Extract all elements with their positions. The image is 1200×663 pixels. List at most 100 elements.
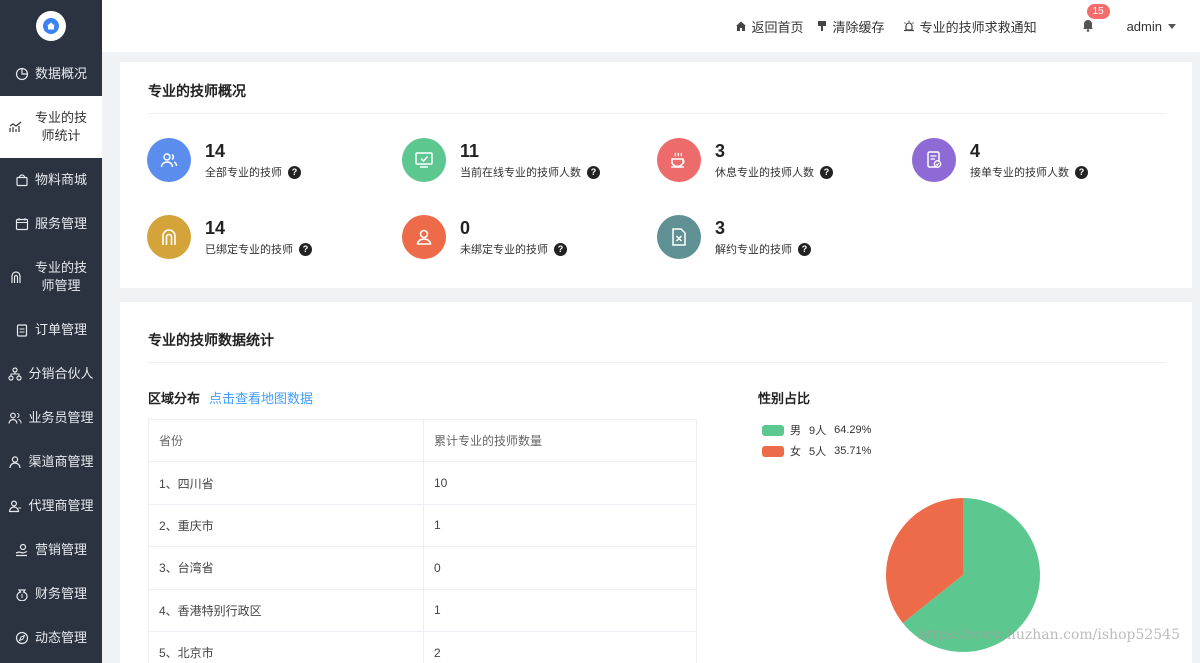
sidebar-item-label: 专业的技师统计 bbox=[34, 110, 87, 143]
coffee-icon bbox=[657, 138, 701, 182]
help-icon[interactable]: ? bbox=[820, 165, 833, 179]
clear-cache-link[interactable]: 清除缓存 bbox=[816, 17, 885, 36]
legend-category: 男 bbox=[790, 425, 801, 437]
top-header: 返回首页 清除缓存 专业的技师求救通知 15 admin bbox=[102, 0, 1200, 52]
stat-value: 3 bbox=[715, 141, 726, 161]
stat-label: 当前在线专业的技师人数 bbox=[460, 167, 581, 179]
monitor-check-icon bbox=[402, 138, 446, 182]
legend-count: 5人 bbox=[809, 446, 827, 458]
stat-text: 4 接单专业的技师人数? bbox=[970, 140, 1088, 180]
stat-tile: 4 接单专业的技师人数? bbox=[912, 138, 1088, 182]
help-icon[interactable]: ? bbox=[1075, 165, 1088, 179]
stat-text: 11 当前在线专业的技师人数? bbox=[460, 140, 600, 180]
rescue-notice-link[interactable]: 专业的技师求救通知 bbox=[903, 17, 1037, 36]
sidebar-item-9[interactable]: 代理商管理 bbox=[0, 484, 102, 528]
sidebar-item-12[interactable]: 动态管理 bbox=[0, 616, 102, 660]
help-icon[interactable]: ? bbox=[587, 165, 600, 179]
sidebar-item-label: 财务管理 bbox=[34, 586, 87, 601]
stat-tile: 11 当前在线专业的技师人数? bbox=[402, 138, 600, 182]
overview-divider bbox=[148, 113, 1166, 114]
sidebar-item-11[interactable]: 财务管理 bbox=[0, 572, 102, 616]
stat-text: 3 解约专业的技师? bbox=[715, 217, 811, 257]
shopping-bag-icon bbox=[15, 173, 29, 187]
stat-label-row: 接单专业的技师人数? bbox=[970, 164, 1088, 180]
view-map-link[interactable]: 点击查看地图数据 bbox=[209, 388, 313, 407]
sidebar-item-6[interactable]: 分销合伙人 bbox=[0, 352, 102, 396]
stat-label: 休息专业的技师人数 bbox=[715, 167, 814, 179]
sidebar-item-label: 专业的技师管理 bbox=[34, 260, 87, 293]
stat-label-row: 解约专业的技师? bbox=[715, 241, 811, 257]
sidebar-item-label: 分销合伙人 bbox=[28, 366, 94, 381]
stats-divider bbox=[148, 362, 1166, 363]
users-icon bbox=[8, 411, 22, 425]
sidebar-item-label: 订单管理 bbox=[34, 322, 87, 337]
legend-percent: 64.29% bbox=[834, 424, 872, 436]
sidebar-item-label: 动态管理 bbox=[34, 630, 87, 645]
sidebar-item-2[interactable]: 物料商城 bbox=[0, 158, 102, 202]
home-logo-icon[interactable] bbox=[36, 11, 66, 41]
region-title: 区域分布 bbox=[148, 391, 201, 406]
sidebar-item-10[interactable]: 营销管理 bbox=[0, 528, 102, 572]
stat-tile: 0 未绑定专业的技师? bbox=[402, 215, 567, 259]
sidebar-item-label: 业务员管理 bbox=[28, 410, 94, 425]
sidebar-item-1[interactable]: 专业的技师统计 bbox=[0, 96, 102, 158]
sidebar-item-0[interactable]: 数据概况 bbox=[0, 52, 102, 96]
arch-icon bbox=[147, 215, 191, 259]
table-header-row: 省份 累计专业的技师数量 bbox=[148, 418, 697, 463]
sidebar-item-8[interactable]: 渠道商管理 bbox=[0, 440, 102, 484]
stat-tile: 3 休息专业的技师人数? bbox=[657, 138, 833, 182]
hand-coin-icon bbox=[15, 543, 29, 557]
province-cell: 4、香港特别行政区 bbox=[148, 588, 424, 632]
legend-count: 9人 bbox=[809, 425, 827, 437]
clipboard-icon bbox=[15, 323, 29, 337]
province-cell: 5、北京市 bbox=[148, 630, 424, 663]
user-icon bbox=[8, 455, 22, 469]
stat-text: 3 休息专业的技师人数? bbox=[715, 140, 833, 180]
sidebar-item-label: 营销管理 bbox=[34, 542, 87, 557]
user-menu[interactable]: admin bbox=[1127, 19, 1176, 34]
sidebar-item-4[interactable]: 专业的技师管理 bbox=[0, 246, 102, 308]
caret-down-icon bbox=[1168, 23, 1176, 29]
stat-label-row: 当前在线专业的技师人数? bbox=[460, 164, 600, 180]
table-row: 2、重庆市 1 bbox=[148, 503, 697, 548]
stat-label: 已绑定专业的技师 bbox=[205, 244, 293, 256]
stat-label: 未绑定专业的技师 bbox=[460, 244, 548, 256]
sidebar: 数据概况专业的技师统计物料商城服务管理专业的技师管理订单管理分销合伙人业务员管理… bbox=[0, 0, 102, 663]
help-icon[interactable]: ? bbox=[554, 242, 567, 256]
sidebar-item-label: 服务管理 bbox=[34, 216, 87, 231]
rescue-notice-label: 专业的技师求救通知 bbox=[919, 19, 1037, 35]
stat-label-row: 休息专业的技师人数? bbox=[715, 164, 833, 180]
help-icon[interactable]: ? bbox=[288, 165, 301, 179]
gender-title: 性别占比 bbox=[758, 391, 811, 406]
count-cell: 1 bbox=[423, 503, 697, 548]
sidebar-item-5[interactable]: 订单管理 bbox=[0, 308, 102, 352]
stat-tile: 14 已绑定专业的技师? bbox=[147, 215, 312, 259]
sidebar-item-label: 代理商管理 bbox=[28, 498, 94, 513]
legend-item[interactable]: 男 9人 64.29% bbox=[762, 422, 871, 438]
stat-value: 14 bbox=[205, 218, 226, 238]
legend-item[interactable]: 女 5人 35.71% bbox=[762, 443, 871, 459]
home-icon bbox=[735, 21, 746, 31]
stat-value: 11 bbox=[460, 141, 480, 161]
table-row: 3、台湾省 0 bbox=[148, 546, 697, 590]
stat-label: 接单专业的技师人数 bbox=[970, 167, 1069, 179]
user-group-icon bbox=[8, 499, 22, 513]
stat-label: 解约专业的技师 bbox=[715, 244, 792, 256]
legend-swatch bbox=[762, 424, 784, 436]
sidebar-item-7[interactable]: 业务员管理 bbox=[0, 396, 102, 440]
notification-count-badge: 15 bbox=[1086, 4, 1110, 19]
stat-value: 0 bbox=[460, 218, 471, 238]
sidebar-item-label: 物料商城 bbox=[34, 172, 87, 187]
home-link[interactable]: 返回首页 bbox=[735, 17, 804, 36]
stat-text: 14 全部专业的技师? bbox=[205, 140, 301, 180]
calendar-icon bbox=[15, 217, 29, 231]
stat-value: 14 bbox=[205, 141, 226, 161]
notification-bell-icon[interactable]: 15 bbox=[1081, 4, 1110, 34]
help-icon[interactable]: ? bbox=[299, 242, 312, 256]
stat-text: 14 已绑定专业的技师? bbox=[205, 217, 312, 257]
home-link-label: 返回首页 bbox=[751, 19, 804, 35]
overview-title: 专业的技师概况 bbox=[148, 83, 246, 99]
sidebar-item-3[interactable]: 服务管理 bbox=[0, 202, 102, 246]
legend-percent: 35.71% bbox=[834, 445, 872, 457]
help-icon[interactable]: ? bbox=[798, 242, 811, 256]
